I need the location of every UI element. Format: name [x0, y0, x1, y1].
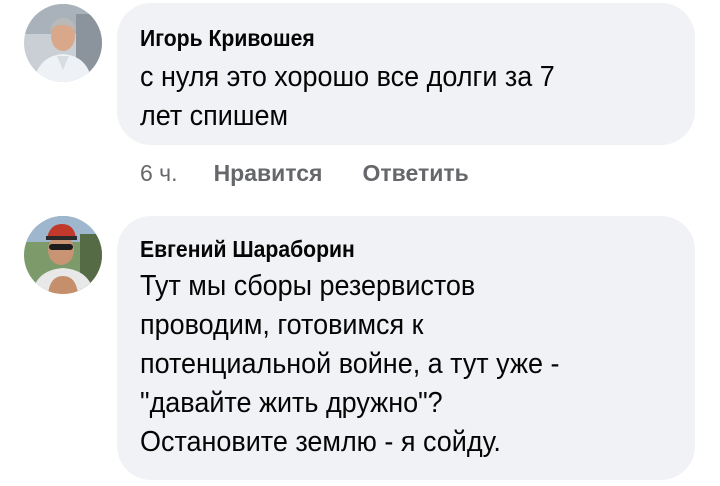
comment-bubble: Евгений Шараборин Тут мы сборы резервист… [117, 216, 695, 480]
comment-2: Евгений Шараборин Тут мы сборы резервист… [0, 0, 720, 486]
comment-text: Тут мы сборы резервистов проводим, готов… [140, 270, 560, 458]
avatar[interactable] [24, 216, 102, 294]
comment-author[interactable]: Евгений Шараборин [140, 235, 651, 263]
